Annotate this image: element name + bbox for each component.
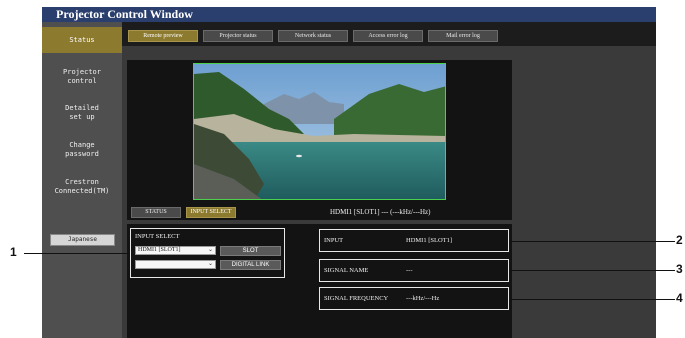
secondary-select-dropdown[interactable]: ⌄ <box>135 260 216 269</box>
input-select-button[interactable]: INPUT SELECT <box>186 207 236 218</box>
tab-mail-error-log[interactable]: Mail error log <box>428 30 498 42</box>
input-select-label: INPUT SELECT <box>135 233 180 240</box>
callout-3: 3 <box>676 262 683 276</box>
callout-2: 2 <box>676 233 683 247</box>
callout-4: 4 <box>676 291 683 305</box>
signal-frequency-value: ---kHz/---Hz <box>406 295 440 302</box>
signal-name-row: SIGNAL NAME --- <box>319 259 509 282</box>
input-info-label: INPUT <box>324 237 344 244</box>
remote-preview-image <box>193 63 446 200</box>
tab-network-status[interactable]: Network status <box>278 30 348 42</box>
input-info-row: INPUT HDMI1 [SLOT1] <box>319 229 509 252</box>
input-select-dropdown-value: HDMI1 [SLOT1] <box>138 247 181 253</box>
callout-4-line <box>509 299 675 300</box>
tab-access-error-log[interactable]: Access error log <box>353 30 423 42</box>
sidebar-item-projector-control[interactable]: Projector control <box>42 68 122 86</box>
signal-frequency-row: SIGNAL FREQUENCY ---kHz/---Hz <box>319 287 509 310</box>
sidebar-item-status[interactable]: Status <box>42 27 122 53</box>
sidebar-item-detailed-set-up[interactable]: Detailed set up <box>42 104 122 122</box>
sidebar-item-crestron-connected[interactable]: Crestron Connected(TM) <box>42 178 122 196</box>
chevron-down-icon: ⌄ <box>207 261 213 267</box>
callout-1-line <box>24 253 130 254</box>
sidebar-item-change-password[interactable]: Change password <box>42 141 122 159</box>
digital-link-button[interactable]: DIGITAL LINK <box>220 260 281 270</box>
callout-1: 1 <box>10 245 17 259</box>
callout-3-line <box>509 270 675 271</box>
input-info-value: HDMI1 [SLOT1] <box>406 237 453 244</box>
signal-frequency-label: SIGNAL FREQUENCY <box>324 295 389 302</box>
input-select-dropdown[interactable]: HDMI1 [SLOT1] ⌄ <box>135 246 216 255</box>
signal-name-label: SIGNAL NAME <box>324 267 369 274</box>
signal-summary: HDMI1 [SLOT1] --- (---kHz/---Hz) <box>330 208 431 216</box>
chevron-down-icon: ⌄ <box>207 247 213 253</box>
window-title: Projector Control Window <box>42 7 656 22</box>
slot-button[interactable]: SLOT <box>220 246 281 256</box>
signal-name-value: --- <box>406 267 413 274</box>
callout-2-line <box>509 241 675 242</box>
tab-projector-status[interactable]: Projector status <box>203 30 273 42</box>
tab-remote-preview[interactable]: Remote preview <box>128 30 198 42</box>
status-button[interactable]: STATUS <box>131 207 181 218</box>
language-button[interactable]: Japanese <box>50 234 115 246</box>
